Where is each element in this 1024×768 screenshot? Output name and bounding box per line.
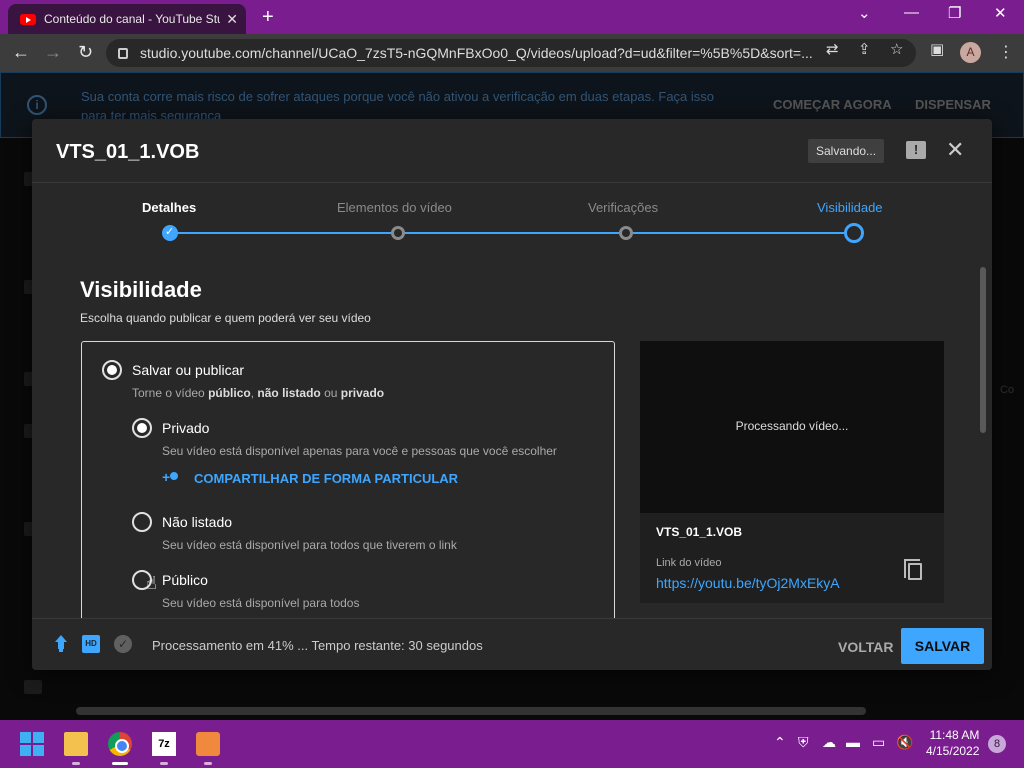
processing-status: Processando vídeo...: [735, 419, 849, 433]
video-preview-card: Processando vídeo... VTS_01_1.VOB Link d…: [640, 341, 944, 603]
unlisted-desc: Seu vídeo está disponível para todos que…: [162, 538, 457, 552]
security-tray-icon[interactable]: ⛨: [798, 734, 809, 751]
running-indicator: [204, 762, 212, 765]
active-indicator: [112, 762, 128, 765]
upload-stepper: Detalhes Elementos do vídeo Verificações…: [32, 183, 992, 245]
browser-tab[interactable]: Conteúdo do canal - YouTube Studio ✕: [8, 4, 246, 34]
mouse-cursor-icon: ☝: [146, 573, 157, 593]
youtube-favicon-icon: [20, 13, 36, 25]
step-done-check-icon[interactable]: [162, 225, 178, 241]
stepper-track: [170, 232, 854, 234]
horizontal-scrollbar[interactable]: [76, 707, 866, 715]
preview-filename: VTS_01_1.VOB: [656, 525, 743, 539]
back-button[interactable]: VOLTAR: [828, 629, 903, 665]
clock-date: 4/15/2022: [926, 744, 980, 758]
unlisted-label: Não listado: [162, 514, 233, 530]
side-panel-icon[interactable]: ▣: [930, 40, 944, 58]
save-publish-radio[interactable]: [102, 360, 122, 380]
dialog-title: VTS_01_1.VOB: [56, 141, 200, 163]
person-add-icon: [162, 469, 184, 486]
step-checks[interactable]: Verificações: [588, 200, 658, 215]
processing-progress-text: Processamento em 41% ... Tempo restante:…: [152, 638, 483, 653]
hd-icon[interactable]: HD: [82, 635, 100, 653]
url-text: studio.youtube.com/channel/UCaO_7zsT5-nG…: [140, 45, 813, 61]
running-indicator: [72, 762, 80, 765]
step-details[interactable]: Detalhes: [142, 200, 196, 215]
share-icon[interactable]: ⇪: [858, 40, 871, 58]
7zip-icon[interactable]: 7z: [152, 732, 176, 756]
new-tab-icon[interactable]: +: [262, 6, 274, 29]
private-desc: Seu vídeo está disponível apenas para vo…: [162, 444, 557, 458]
network-icon[interactable]: ▭: [872, 734, 885, 751]
section-subtitle: Escolha quando publicar e quem poderá ve…: [80, 311, 371, 325]
address-bar[interactable]: studio.youtube.com/channel/UCaO_7zsT5-nG…: [106, 39, 916, 67]
tab-title: Conteúdo do canal - YouTube Studio: [44, 12, 221, 26]
video-link-label: Link do vídeo: [656, 557, 722, 569]
unlisted-radio[interactable]: [132, 512, 152, 532]
terminal-tray-icon[interactable]: ▬: [846, 734, 860, 750]
dialog-header: VTS_01_1.VOB Salvando... ! ✕: [32, 119, 992, 183]
clock[interactable]: 11:48 AM 4/15/2022: [926, 727, 979, 759]
private-label: Privado: [162, 420, 210, 436]
saving-status-chip: Salvando...: [808, 139, 885, 163]
upload-dialog: VTS_01_1.VOB Salvando... ! ✕ Detalhes El…: [32, 119, 992, 670]
step-pending-dot[interactable]: [619, 226, 633, 240]
tab-close-icon[interactable]: ✕: [226, 11, 238, 28]
profile-avatar[interactable]: A: [960, 42, 981, 63]
browser-toolbar: ← → ↻ studio.youtube.com/channel/UCaO_7z…: [0, 34, 1024, 72]
tray-chevron-icon[interactable]: ⌃: [774, 734, 786, 751]
visibility-options-box: Salvar ou publicar Torne o vídeo público…: [81, 341, 615, 619]
save-publish-desc: Torne o vídeo público, não listado ou pr…: [132, 386, 385, 400]
dialog-scrollbar[interactable]: [980, 267, 986, 433]
translate-icon[interactable]: ⇄: [826, 40, 839, 58]
save-button[interactable]: SALVAR: [901, 628, 984, 664]
step-pending-dot[interactable]: [391, 226, 405, 240]
browser-tab-strip: Conteúdo do canal - YouTube Studio ✕ + ⌄…: [0, 0, 1024, 34]
clock-time: 11:48 AM: [929, 728, 980, 742]
file-explorer-icon[interactable]: [64, 732, 88, 756]
window-close-icon[interactable]: ✕: [994, 4, 1007, 22]
step-video-elements[interactable]: Elementos do vídeo: [337, 200, 452, 215]
step-visibility[interactable]: Visibilidade: [817, 200, 883, 215]
video-link[interactable]: https://youtu.be/tyOj2MxEkyA: [656, 575, 840, 591]
close-icon[interactable]: ✕: [946, 137, 964, 163]
public-label: Público: [162, 572, 208, 588]
chrome-icon[interactable]: [108, 732, 132, 756]
minimize-icon[interactable]: —: [904, 4, 919, 21]
dialog-footer: HD ✓ Processamento em 41% ... Tempo rest…: [32, 618, 992, 670]
back-arrow-icon[interactable]: ←: [12, 42, 30, 63]
step-current-dot[interactable]: [844, 223, 864, 243]
upload-icon[interactable]: [52, 635, 70, 653]
tab-search-chevron-icon[interactable]: ⌄: [858, 4, 871, 22]
copy-icon[interactable]: [904, 559, 922, 580]
windows-taskbar: 7z ⌃ ⛨ ☁ ▬ ▭ 🔇 11:48 AM 4/15/2022 8: [0, 720, 1024, 768]
volume-muted-icon[interactable]: 🔇: [896, 734, 913, 751]
feedback-icon[interactable]: !: [906, 141, 926, 159]
start-icon[interactable]: [20, 732, 44, 756]
notification-badge[interactable]: 8: [988, 735, 1006, 753]
cloud-offline-icon[interactable]: ☁: [822, 734, 836, 751]
bookmark-star-icon[interactable]: ☆: [890, 40, 903, 58]
checks-icon[interactable]: ✓: [114, 635, 132, 653]
running-indicator: [160, 762, 168, 765]
reload-icon[interactable]: ↻: [78, 42, 93, 63]
share-privately-link[interactable]: COMPARTILHAR DE FORMA PARTICULAR: [162, 469, 459, 487]
share-privately-label: COMPARTILHAR DE FORMA PARTICULAR: [194, 471, 459, 486]
forward-arrow-icon[interactable]: →: [44, 42, 62, 63]
private-radio[interactable]: [132, 418, 152, 438]
restore-icon[interactable]: ❐: [948, 4, 961, 22]
media-player-icon[interactable]: [196, 732, 220, 756]
dialog-body: Visibilidade Escolha quando publicar e q…: [32, 259, 982, 619]
browser-menu-icon[interactable]: ⋮: [998, 42, 1014, 62]
save-publish-label: Salvar ou publicar: [132, 362, 245, 378]
public-desc: Seu vídeo está disponível para todos: [162, 596, 360, 610]
video-player[interactable]: Processando vídeo...: [640, 341, 944, 513]
lock-icon: [118, 47, 128, 59]
section-title: Visibilidade: [80, 277, 202, 302]
